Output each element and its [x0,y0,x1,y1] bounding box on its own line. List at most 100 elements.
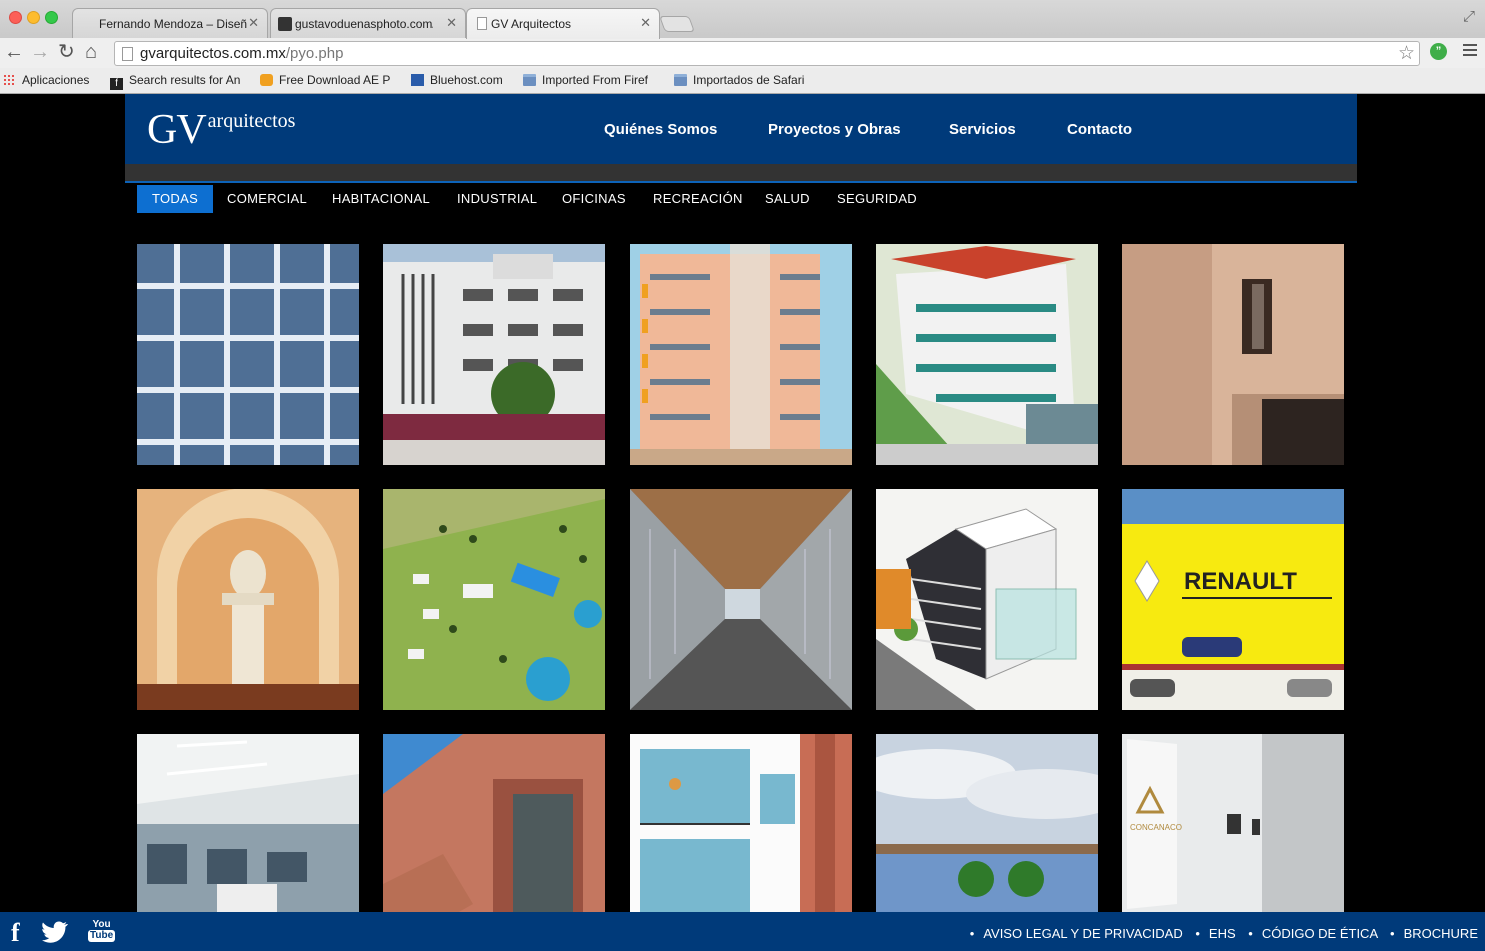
site-favicon-icon [260,74,273,86]
footer-aviso-legal-link[interactable]: AVISO LEGAL Y DE PRIVACIDAD [983,926,1182,941]
project-thumbnail[interactable]: RENAULT [1122,489,1344,710]
apps-grid-icon [3,74,16,86]
project-thumbnail[interactable] [1122,244,1344,465]
filter-recreacion[interactable]: RECREACIÓN [653,185,743,213]
bookmark-label: Bluehost.com [430,73,503,87]
filter-salud[interactable]: SALUD [765,185,810,213]
bookmark-label: Free Download AE P [279,73,391,87]
stucco-wall-image [1122,244,1344,465]
browser-toolbar: ← → ↻ ⌂ gvarquitectos.com.mx/pyo.php ☆ [0,38,1485,68]
facade-grid-image [137,244,359,465]
project-thumbnail[interactable] [137,734,359,912]
filter-comercial[interactable]: COMERCIAL [227,185,307,213]
building-model-image [876,489,1098,710]
close-window-button[interactable] [9,11,22,24]
bookmark-star-icon[interactable]: ☆ [1398,42,1415,65]
hamburger-menu-icon[interactable] [1463,44,1477,59]
nav-contacto[interactable]: Contacto [1067,121,1132,138]
tab-title: Fernando Mendoza – Diseñ [99,17,248,31]
header-strip [125,164,1357,183]
bookmark-search-results[interactable]: f Search results for An [110,73,242,90]
nav-proyectos-obras[interactable]: Proyectos y Obras [768,121,901,138]
project-thumbnail[interactable] [630,489,852,710]
apartment-elevation-image [630,734,852,912]
bookmarks-bar: Aplicaciones f Search results for An Free… [0,68,1485,93]
minimize-window-button[interactable] [27,11,40,24]
address-bar[interactable]: gvarquitectos.com.mx/pyo.php ☆ [114,41,1420,66]
project-thumbnail[interactable] [383,489,605,710]
back-arrow-icon[interactable]: ← [4,41,24,63]
project-thumbnail[interactable]: CONCANACO [1122,734,1344,912]
street-facade-image [876,734,1098,912]
filter-habitacional[interactable]: HABITACIONAL [332,185,430,213]
tab-close-icon[interactable]: ✕ [640,15,651,31]
bookmark-bluehost[interactable]: Bluehost.com [411,73,503,87]
site-footer: f You Tube • AVISO LEGAL Y DE PRIVACIDAD •… [0,912,1485,951]
site-header: GV arquitectos Quiénes Somos Proyectos y … [125,94,1357,164]
reload-icon[interactable]: ↻ [58,41,75,63]
url-text: gvarquitectos.com.mx/pyo.php [140,45,343,62]
forward-arrow-icon[interactable]: → [30,41,50,63]
browser-chrome: Fernando Mendoza – Diseñ ✕ gustavoduenas… [0,0,1485,94]
filter-industrial[interactable]: INDUSTRIAL [457,185,537,213]
bookmark-folder-safari[interactable]: Importados de Safari [674,73,804,87]
youtube-icon[interactable]: You Tube [88,920,116,942]
bookmark-label: Importados de Safari [693,73,805,87]
nav-servicios[interactable]: Servicios [949,121,1016,138]
page-favicon-icon [477,17,487,30]
browser-tab-1[interactable]: Fernando Mendoza – Diseñ ✕ [72,8,268,38]
url-domain: gvarquitectos.com.mx [140,45,286,62]
bookmark-label: Imported From Firef [542,73,649,87]
folder-icon [674,74,687,86]
browser-tab-2[interactable]: gustavoduenasphoto.com/ ✕ [270,8,466,38]
new-tab-button[interactable] [659,16,695,32]
nav-quienes-somos[interactable]: Quiénes Somos [604,121,717,138]
footer-brochure-link[interactable]: BROCHURE [1404,926,1478,941]
project-thumbnail[interactable] [383,734,605,912]
home-icon[interactable]: ⌂ [85,41,97,63]
browser-tab-3[interactable]: GV Arquitectos ✕ [466,8,660,39]
extension-icon[interactable]: ” [1430,43,1447,60]
project-thumbnail[interactable] [876,734,1098,912]
lobby-wall-image: CONCANACO [1122,734,1344,912]
footer-codigo-etica-link[interactable]: CÓDIGO DE ÉTICA [1262,926,1378,941]
footer-ehs-link[interactable]: EHS [1209,926,1236,941]
elevation-drawing-image [630,244,852,465]
bookmark-folder-firefox[interactable]: Imported From Firef [523,73,656,87]
filter-seguridad[interactable]: SEGURIDAD [837,185,917,213]
concanaco-sign-text: CONCANACO [1130,823,1182,832]
tab-strip: Fernando Mendoza – Diseñ ✕ gustavoduenas… [0,0,1485,39]
url-path: /pyo.php [285,45,344,62]
renault-sign-text: RENAULT [1184,568,1297,595]
terracotta-facade-image [383,734,605,912]
project-thumbnail[interactable] [137,489,359,710]
twitter-icon[interactable] [42,921,68,948]
logo-sub: arquitectos [207,110,296,132]
tab-title: gustavoduenasphoto.com/ [295,17,433,31]
footer-links: • AVISO LEGAL Y DE PRIVACIDAD • EHS • CÓDIG… [969,926,1478,941]
bookmark-apps[interactable]: Aplicaciones [3,73,89,87]
office-interior-image [137,734,359,912]
project-thumbnail[interactable] [630,734,852,912]
tab-close-icon[interactable]: ✕ [446,15,457,31]
filter-oficinas[interactable]: OFICINAS [562,185,626,213]
filter-todas[interactable]: TODAS [137,185,214,213]
bust-niche-image [137,489,359,710]
logo-main: GV [147,107,207,153]
project-thumbnail[interactable] [630,244,852,465]
white-building-image [383,244,605,465]
renault-dealership-image: RENAULT [1122,489,1344,710]
bookmark-free-download[interactable]: Free Download AE P [260,73,395,87]
hotel-render-image [876,244,1098,465]
site-favicon-icon: f [110,78,123,90]
zoom-window-button[interactable] [45,11,58,24]
site-logo[interactable]: GV arquitectos [147,106,295,154]
project-thumbnail[interactable] [137,244,359,465]
project-thumbnail[interactable] [383,244,605,465]
tab-title: GV Arquitectos [491,17,572,31]
project-thumbnail[interactable] [876,244,1098,465]
fullscreen-icon[interactable]: ⤢ [1463,8,1475,25]
tab-close-icon[interactable]: ✕ [248,15,259,31]
project-thumbnail[interactable] [876,489,1098,710]
facebook-icon[interactable]: f [11,918,20,948]
